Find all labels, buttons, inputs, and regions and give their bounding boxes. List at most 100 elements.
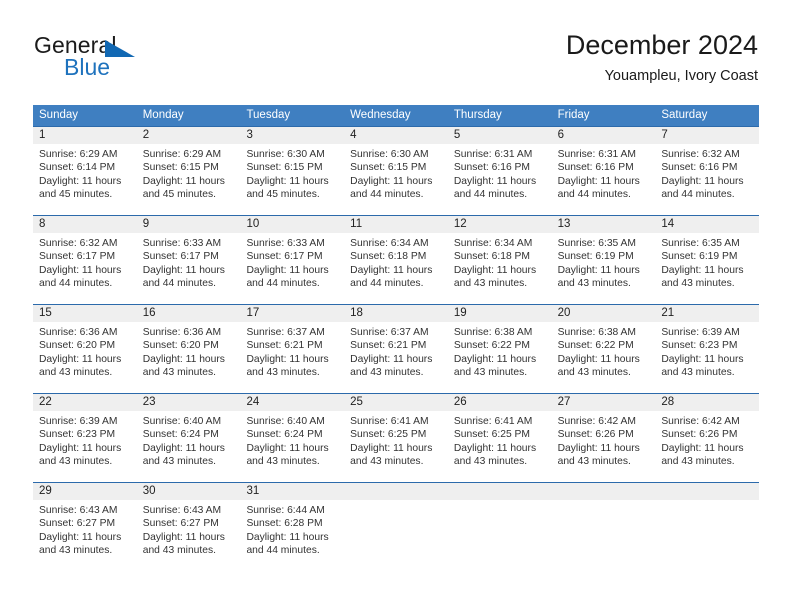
day-number xyxy=(344,483,448,500)
day-cell[interactable]: 13 Sunrise: 6:35 AM Sunset: 6:19 PM Dayl… xyxy=(551,216,656,304)
day-cell[interactable]: 27 Sunrise: 6:42 AM Sunset: 6:26 PM Dayl… xyxy=(551,394,656,482)
day-number: 8 xyxy=(33,216,137,233)
daylight-text-line2: and 43 minutes. xyxy=(39,367,113,379)
daylight-text-line1: Daylight: 11 hours xyxy=(39,442,122,454)
daylight-text-line1: Daylight: 11 hours xyxy=(661,264,744,276)
day-cell[interactable]: 7 Sunrise: 6:32 AM Sunset: 6:16 PM Dayli… xyxy=(655,127,760,215)
sunset-text: Sunset: 6:16 PM xyxy=(661,162,738,174)
day-details: Sunrise: 6:39 AM Sunset: 6:23 PM Dayligh… xyxy=(33,411,137,469)
daylight-text-line1: Daylight: 11 hours xyxy=(142,442,225,454)
sunrise-text: Sunrise: 6:41 AM xyxy=(453,416,533,427)
day-cell[interactable]: 3 Sunrise: 6:30 AM Sunset: 6:15 PM Dayli… xyxy=(240,127,345,215)
day-cell[interactable]: 24 Sunrise: 6:40 AM Sunset: 6:24 PM Dayl… xyxy=(240,394,345,482)
day-details: Sunrise: 6:40 AM Sunset: 6:24 PM Dayligh… xyxy=(137,411,241,469)
day-cell-empty xyxy=(551,483,656,571)
day-cell[interactable]: 8 Sunrise: 6:32 AM Sunset: 6:17 PM Dayli… xyxy=(33,216,137,304)
sunrise-text: Sunrise: 6:36 AM xyxy=(39,327,118,338)
sunset-text: Sunset: 6:22 PM xyxy=(453,340,531,352)
day-cell[interactable]: 16 Sunrise: 6:36 AM Sunset: 6:20 PM Dayl… xyxy=(136,305,241,393)
daylight-text-line2: and 43 minutes. xyxy=(661,367,735,379)
daylight-text-line1: Daylight: 11 hours xyxy=(661,353,744,365)
day-cell[interactable]: 11 Sunrise: 6:34 AM Sunset: 6:18 PM Dayl… xyxy=(344,216,448,304)
daylight-text-line2: and 43 minutes. xyxy=(350,367,424,379)
day-number: 18 xyxy=(344,305,448,322)
week-row: 1 Sunrise: 6:29 AM Sunset: 6:14 PM Dayli… xyxy=(33,126,760,215)
day-number: 21 xyxy=(655,305,760,322)
day-cell[interactable]: 30 Sunrise: 6:43 AM Sunset: 6:27 PM Dayl… xyxy=(136,483,241,571)
day-cell[interactable]: 12 Sunrise: 6:34 AM Sunset: 6:18 PM Dayl… xyxy=(447,216,552,304)
general-blue-logo: General Blue xyxy=(34,32,234,88)
daylight-text-line1: Daylight: 11 hours xyxy=(453,442,537,454)
day-cell[interactable]: 23 Sunrise: 6:40 AM Sunset: 6:24 PM Dayl… xyxy=(136,394,241,482)
daylight-text-line2: and 43 minutes. xyxy=(661,456,735,468)
day-cell[interactable]: 26 Sunrise: 6:41 AM Sunset: 6:25 PM Dayl… xyxy=(447,394,552,482)
day-cell[interactable]: 21 Sunrise: 6:39 AM Sunset: 6:23 PM Dayl… xyxy=(655,305,760,393)
weekday-header-row: Sunday Monday Tuesday Wednesday Thursday… xyxy=(33,105,759,126)
day-details: Sunrise: 6:44 AM Sunset: 6:28 PM Dayligh… xyxy=(240,500,344,558)
day-number: 26 xyxy=(447,394,552,411)
day-cell[interactable]: 4 Sunrise: 6:30 AM Sunset: 6:15 PM Dayli… xyxy=(344,127,448,215)
daylight-text-line1: Daylight: 11 hours xyxy=(350,353,433,365)
sunset-text: Sunset: 6:16 PM xyxy=(557,162,634,174)
daylight-text-line2: and 43 minutes. xyxy=(453,456,528,468)
day-number: 22 xyxy=(33,394,137,411)
day-cell[interactable]: 6 Sunrise: 6:31 AM Sunset: 6:16 PM Dayli… xyxy=(551,127,656,215)
day-details: Sunrise: 6:29 AM Sunset: 6:14 PM Dayligh… xyxy=(33,144,137,202)
daylight-text-line2: and 45 minutes. xyxy=(39,189,113,201)
day-number: 15 xyxy=(33,305,137,322)
daylight-text-line1: Daylight: 11 hours xyxy=(350,442,433,454)
day-cell[interactable]: 19 Sunrise: 6:38 AM Sunset: 6:22 PM Dayl… xyxy=(447,305,552,393)
day-number: 30 xyxy=(136,483,241,500)
day-cell[interactable]: 14 Sunrise: 6:35 AM Sunset: 6:19 PM Dayl… xyxy=(655,216,760,304)
day-cell[interactable]: 10 Sunrise: 6:33 AM Sunset: 6:17 PM Dayl… xyxy=(240,216,345,304)
sunset-text: Sunset: 6:19 PM xyxy=(557,251,634,263)
day-number: 2 xyxy=(136,127,241,144)
day-cell[interactable]: 31 Sunrise: 6:44 AM Sunset: 6:28 PM Dayl… xyxy=(240,483,345,571)
sunrise-text: Sunrise: 6:34 AM xyxy=(350,238,429,249)
day-number: 16 xyxy=(136,305,241,322)
day-cell-empty xyxy=(344,483,448,571)
sunrise-text: Sunrise: 6:34 AM xyxy=(453,238,533,249)
daylight-text-line1: Daylight: 11 hours xyxy=(453,353,537,365)
day-cell[interactable]: 22 Sunrise: 6:39 AM Sunset: 6:23 PM Dayl… xyxy=(33,394,137,482)
day-details: Sunrise: 6:37 AM Sunset: 6:21 PM Dayligh… xyxy=(344,322,448,380)
day-cell[interactable]: 20 Sunrise: 6:38 AM Sunset: 6:22 PM Dayl… xyxy=(551,305,656,393)
day-number: 25 xyxy=(344,394,448,411)
day-details: Sunrise: 6:41 AM Sunset: 6:25 PM Dayligh… xyxy=(448,411,552,469)
day-details: Sunrise: 6:41 AM Sunset: 6:25 PM Dayligh… xyxy=(344,411,448,469)
week-row: 29 Sunrise: 6:43 AM Sunset: 6:27 PM Dayl… xyxy=(33,482,760,571)
day-cell[interactable]: 1 Sunrise: 6:29 AM Sunset: 6:14 PM Dayli… xyxy=(33,127,137,215)
daylight-text-line2: and 43 minutes. xyxy=(246,456,320,468)
daylight-text-line2: and 45 minutes. xyxy=(246,189,320,201)
day-cell[interactable]: 29 Sunrise: 6:43 AM Sunset: 6:27 PM Dayl… xyxy=(33,483,137,571)
day-number: 13 xyxy=(551,216,656,233)
daylight-text-line2: and 44 minutes. xyxy=(350,189,424,201)
sunrise-text: Sunrise: 6:30 AM xyxy=(246,149,325,160)
daylight-text-line1: Daylight: 11 hours xyxy=(453,175,537,187)
day-cell[interactable]: 15 Sunrise: 6:36 AM Sunset: 6:20 PM Dayl… xyxy=(33,305,137,393)
sunset-text: Sunset: 6:20 PM xyxy=(142,340,219,352)
sunset-text: Sunset: 6:25 PM xyxy=(453,429,531,441)
day-number: 31 xyxy=(240,483,345,500)
sunrise-text: Sunrise: 6:40 AM xyxy=(142,416,222,427)
week-row: 8 Sunrise: 6:32 AM Sunset: 6:17 PM Dayli… xyxy=(33,215,760,304)
day-cell[interactable]: 2 Sunrise: 6:29 AM Sunset: 6:15 PM Dayli… xyxy=(136,127,241,215)
sunrise-text: Sunrise: 6:29 AM xyxy=(39,149,118,160)
day-cell[interactable]: 25 Sunrise: 6:41 AM Sunset: 6:25 PM Dayl… xyxy=(344,394,448,482)
daylight-text-line2: and 43 minutes. xyxy=(350,456,424,468)
day-cell[interactable]: 9 Sunrise: 6:33 AM Sunset: 6:17 PM Dayli… xyxy=(136,216,241,304)
daylight-text-line2: and 43 minutes. xyxy=(246,367,320,379)
sunset-text: Sunset: 6:27 PM xyxy=(142,518,219,530)
daylight-text-line2: and 43 minutes. xyxy=(557,278,631,290)
day-cell[interactable]: 18 Sunrise: 6:37 AM Sunset: 6:21 PM Dayl… xyxy=(344,305,448,393)
day-cell[interactable]: 17 Sunrise: 6:37 AM Sunset: 6:21 PM Dayl… xyxy=(240,305,345,393)
daylight-text-line2: and 43 minutes. xyxy=(557,456,631,468)
daylight-text-line2: and 45 minutes. xyxy=(142,189,216,201)
day-cell[interactable]: 5 Sunrise: 6:31 AM Sunset: 6:16 PM Dayli… xyxy=(447,127,552,215)
day-number: 1 xyxy=(33,127,137,144)
sunrise-text: Sunrise: 6:40 AM xyxy=(246,416,325,427)
day-cell[interactable]: 28 Sunrise: 6:42 AM Sunset: 6:26 PM Dayl… xyxy=(655,394,760,482)
daylight-text-line1: Daylight: 11 hours xyxy=(246,442,329,454)
sunset-text: Sunset: 6:26 PM xyxy=(661,429,738,441)
logo-text-blue: Blue xyxy=(64,54,111,80)
